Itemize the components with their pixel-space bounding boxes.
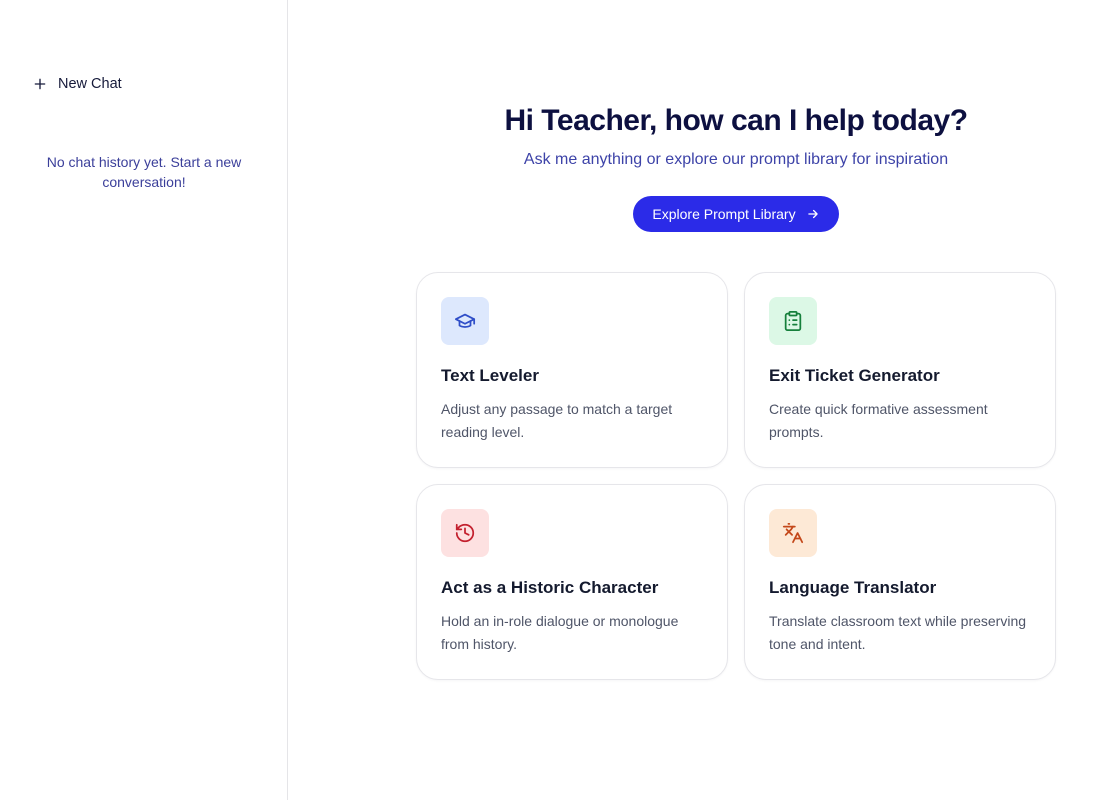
- languages-icon: [782, 522, 804, 544]
- new-chat-button[interactable]: New Chat: [32, 73, 122, 95]
- card-icon-box: [441, 297, 489, 345]
- page-subtitle: Ask me anything or explore our prompt li…: [523, 151, 949, 168]
- card-description: Create quick formative assessment prompt…: [769, 401, 988, 440]
- sidebar: New Chat No chat history yet. Start a ne…: [0, 0, 288, 800]
- card-icon-box: [769, 297, 817, 345]
- prompt-card-text-leveler[interactable]: Text Leveler Adjust any passage to match…: [416, 272, 728, 468]
- prompt-card-historic-character[interactable]: Act as a Historic Character Hold an in-r…: [416, 484, 728, 680]
- card-title: Language Translator: [769, 578, 937, 597]
- graduation-cap-icon: [454, 310, 476, 332]
- arrow-right-icon: [806, 207, 820, 221]
- app-root: New Chat No chat history yet. Start a ne…: [0, 0, 1120, 800]
- card-icon-box: [441, 509, 489, 557]
- prompt-card-exit-ticket-generator[interactable]: Exit Ticket Generator Create quick forma…: [744, 272, 1056, 468]
- explore-button-label: Explore Prompt Library: [652, 206, 796, 222]
- card-title: Act as a Historic Character: [441, 578, 659, 597]
- card-title: Exit Ticket Generator: [769, 366, 940, 385]
- new-chat-label: New Chat: [58, 76, 122, 92]
- card-title: Text Leveler: [441, 366, 539, 385]
- card-icon-box: [769, 509, 817, 557]
- prompt-card-language-translator[interactable]: Language Translator Translate classroom …: [744, 484, 1056, 680]
- card-description: Hold an in-role dialogue or monologue fr…: [441, 613, 679, 652]
- card-description: Translate classroom text while preservin…: [769, 613, 1027, 652]
- clipboard-list-icon: [782, 310, 804, 332]
- empty-history-message: No chat history yet. Start a new convers…: [46, 154, 242, 190]
- page-title: Hi Teacher, how can I help today?: [504, 104, 968, 137]
- explore-prompt-library-button[interactable]: Explore Prompt Library: [633, 196, 839, 232]
- plus-icon: [32, 76, 48, 92]
- history-icon: [454, 522, 476, 544]
- main-content: Hi Teacher, how can I help today? Ask me…: [288, 0, 1120, 800]
- card-description: Adjust any passage to match a target rea…: [441, 401, 673, 440]
